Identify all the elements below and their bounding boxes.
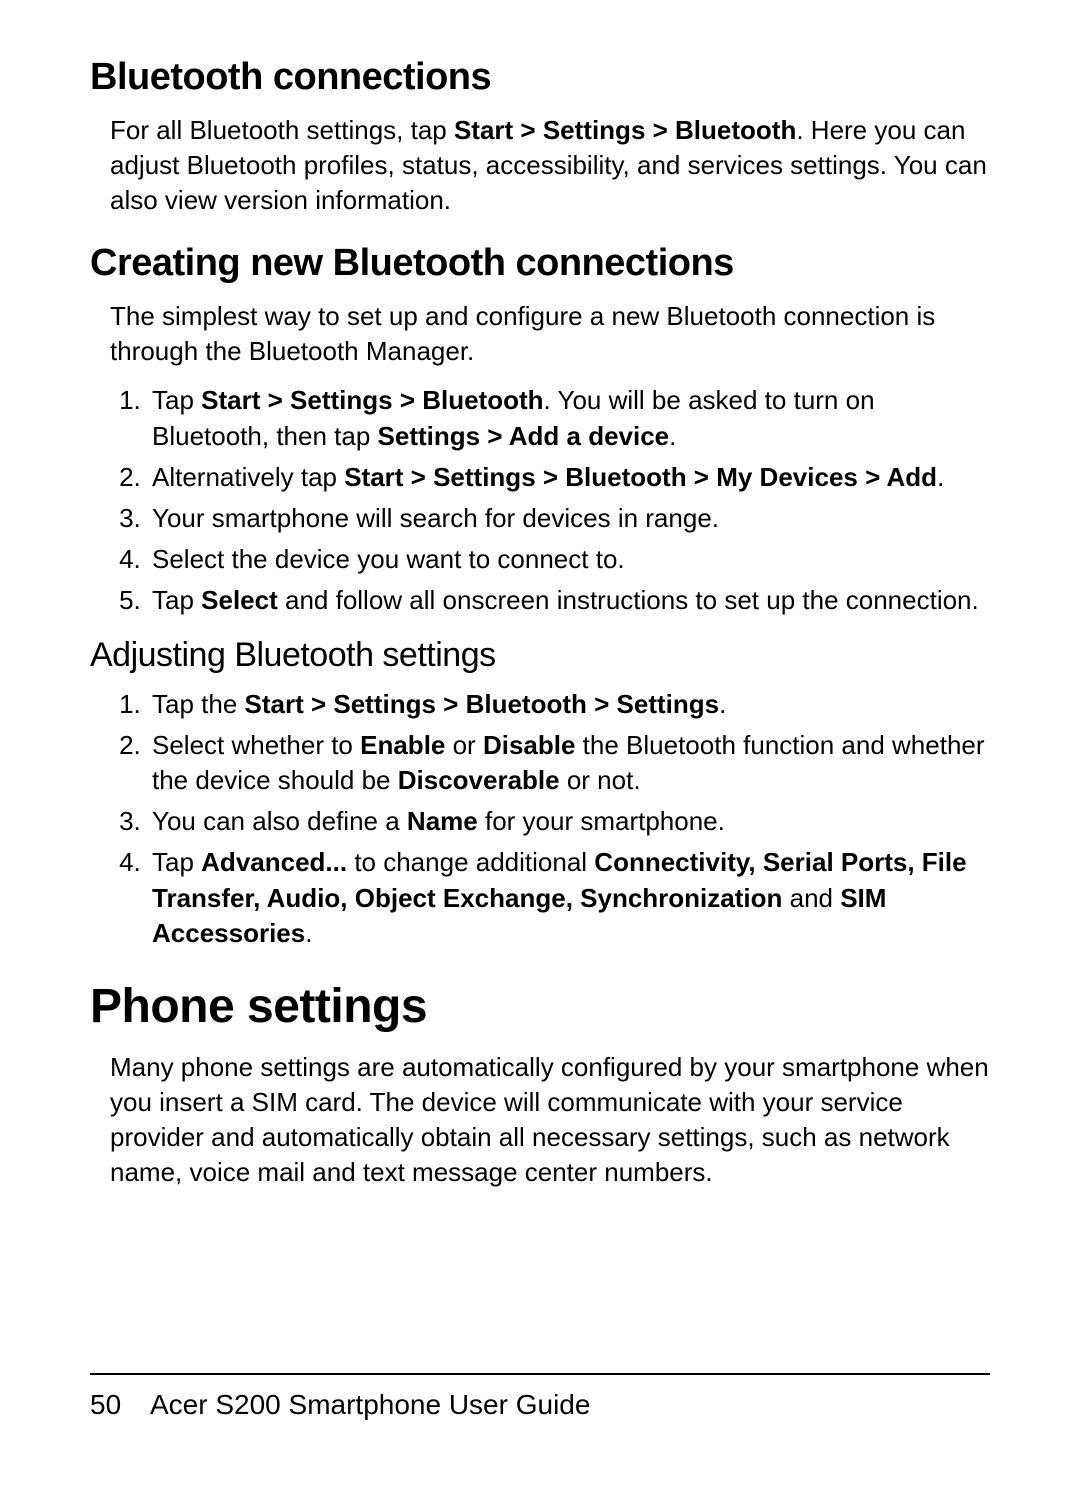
text: Tap the — [152, 689, 245, 719]
bold-text: Enable — [360, 730, 445, 760]
heading-phone-settings: Phone settings — [90, 979, 990, 1034]
text: . — [669, 421, 676, 451]
page-footer: 50Acer S200 Smartphone User Guide — [90, 1373, 990, 1421]
paragraph: For all Bluetooth settings, tap Start > … — [110, 113, 990, 218]
heading-adjusting-settings: Adjusting Bluetooth settings — [90, 636, 990, 675]
text: or — [445, 730, 483, 760]
heading-creating-connections: Creating new Bluetooth connections — [90, 242, 990, 285]
text: For all Bluetooth settings, tap — [110, 115, 454, 145]
paragraph: Many phone settings are automatically co… — [110, 1050, 990, 1190]
text: Tap — [152, 585, 201, 615]
list-item: Alternatively tap Start > Settings > Blu… — [148, 460, 990, 495]
text: . — [719, 689, 726, 719]
bold-text: Discoverable — [398, 765, 560, 795]
list-item: Select whether to Enable or Disable the … — [148, 728, 990, 798]
text: Select whether to — [152, 730, 360, 760]
list-item: You can also define a Name for your smar… — [148, 804, 990, 839]
bold-text: Settings > Add a device — [378, 421, 670, 451]
bold-text: Select — [201, 585, 278, 615]
bold-text: Advanced... — [201, 847, 347, 877]
text: or not. — [560, 765, 641, 795]
bold-text: Disable — [483, 730, 576, 760]
list-item: Select the device you want to connect to… — [148, 542, 990, 577]
list-item: Tap Select and follow all onscreen instr… — [148, 583, 990, 618]
ordered-list: Tap Start > Settings > Bluetooth. You wi… — [110, 383, 990, 618]
list-item: Tap Start > Settings > Bluetooth. You wi… — [148, 383, 990, 453]
text: You can also define a — [152, 806, 407, 836]
list-item: Tap Advanced... to change additional Con… — [148, 845, 990, 950]
footer-title: Acer S200 Smartphone User Guide — [150, 1389, 590, 1420]
text: . — [305, 918, 312, 948]
heading-bluetooth-connections: Bluetooth connections — [90, 56, 990, 99]
document-page: Bluetooth connections For all Bluetooth … — [0, 0, 1080, 1489]
bold-text: Start > Settings > Bluetooth — [454, 115, 796, 145]
text: Tap — [152, 847, 201, 877]
text: Alternatively tap — [152, 462, 344, 492]
text: for your smartphone. — [478, 806, 725, 836]
list-item: Your smartphone will search for devices … — [148, 501, 990, 536]
bold-text: Start > Settings > Bluetooth > My Device… — [344, 462, 937, 492]
text: to change additional — [347, 847, 594, 877]
text: . — [937, 462, 944, 492]
paragraph: The simplest way to set up and configure… — [110, 299, 990, 369]
footer-text: 50Acer S200 Smartphone User Guide — [90, 1389, 990, 1421]
text: Tap — [152, 385, 201, 415]
text: and — [782, 883, 840, 913]
list-item: Tap the Start > Settings > Bluetooth > S… — [148, 687, 990, 722]
bold-text: Start > Settings > Bluetooth > Settings — [245, 689, 720, 719]
bold-text: Name — [407, 806, 478, 836]
text: and follow all onscreen instructions to … — [278, 585, 979, 615]
footer-rule — [90, 1373, 990, 1375]
page-number: 50 — [90, 1389, 150, 1421]
bold-text: Start > Settings > Bluetooth — [201, 385, 543, 415]
ordered-list: Tap the Start > Settings > Bluetooth > S… — [110, 687, 990, 951]
